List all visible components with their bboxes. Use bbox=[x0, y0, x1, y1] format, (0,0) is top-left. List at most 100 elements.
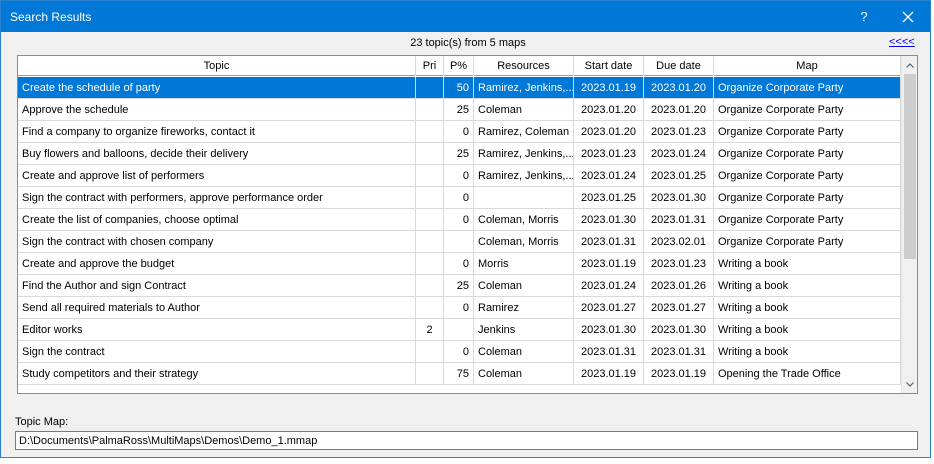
cell-resources: Coleman bbox=[474, 99, 574, 120]
table-row[interactable]: Find the Author and sign Contract 25 Colem… bbox=[18, 275, 901, 297]
topic-map-label: Topic Map: bbox=[15, 416, 69, 428]
column-header-resources[interactable]: Resources bbox=[474, 56, 574, 76]
scroll-up-button[interactable] bbox=[902, 57, 917, 73]
cell-map: Opening the Trade Office bbox=[714, 363, 901, 384]
column-header-due-date[interactable]: Due date bbox=[644, 56, 714, 76]
title-bar[interactable]: Search Results ? bbox=[1, 1, 930, 32]
topic-map-field[interactable] bbox=[15, 431, 918, 450]
cell-priority bbox=[416, 253, 444, 274]
column-header-progress[interactable]: P% bbox=[444, 56, 474, 76]
cell-resources: Ramirez, Jenkins,... bbox=[474, 165, 574, 186]
cell-topic: Create the schedule of party bbox=[18, 77, 416, 98]
back-link[interactable]: <<<< bbox=[889, 36, 915, 48]
cell-topic: Study competitors and their strategy bbox=[18, 363, 416, 384]
cell-due-date: 2023.01.26 bbox=[644, 275, 714, 296]
cell-topic: Editor works bbox=[18, 319, 416, 340]
cell-priority: 2 bbox=[416, 319, 444, 340]
cell-start-date: 2023.01.25 bbox=[574, 187, 644, 208]
cell-due-date: 2023.01.31 bbox=[644, 341, 714, 362]
table-row[interactable]: Create the schedule of party 50 Ramirez, J… bbox=[18, 77, 901, 99]
cell-progress: 25 bbox=[444, 99, 474, 120]
scroll-down-button[interactable] bbox=[902, 376, 917, 392]
cell-resources: Coleman, Morris bbox=[474, 209, 574, 230]
cell-due-date: 2023.01.30 bbox=[644, 319, 714, 340]
cell-progress: 0 bbox=[444, 341, 474, 362]
cell-start-date: 2023.01.31 bbox=[574, 231, 644, 252]
cell-topic: Sign the contract with performers, appro… bbox=[18, 187, 416, 208]
cell-due-date: 2023.01.20 bbox=[644, 77, 714, 98]
cell-due-date: 2023.01.20 bbox=[644, 99, 714, 120]
column-header-start-date[interactable]: Start date bbox=[574, 56, 644, 76]
cell-progress: 75 bbox=[444, 363, 474, 384]
cell-start-date: 2023.01.20 bbox=[574, 121, 644, 142]
cell-topic: Send all required materials to Author bbox=[18, 297, 416, 318]
cell-progress: 25 bbox=[444, 275, 474, 296]
bottom-edge bbox=[0, 458, 934, 464]
cell-priority bbox=[416, 143, 444, 164]
cell-progress bbox=[444, 231, 474, 252]
cell-priority bbox=[416, 363, 444, 384]
table-row[interactable]: Sign the contract with performers, appro… bbox=[18, 187, 901, 209]
cell-start-date: 2023.01.19 bbox=[574, 253, 644, 274]
table-row[interactable]: Buy flowers and balloons, decide their d… bbox=[18, 143, 901, 165]
cell-start-date: 2023.01.24 bbox=[574, 165, 644, 186]
cell-priority bbox=[416, 187, 444, 208]
cell-start-date: 2023.01.20 bbox=[574, 99, 644, 120]
cell-map: Organize Corporate Party bbox=[714, 121, 901, 142]
cell-topic: Find the Author and sign Contract bbox=[18, 275, 416, 296]
cell-due-date: 2023.01.30 bbox=[644, 187, 714, 208]
cell-priority bbox=[416, 209, 444, 230]
table-row[interactable]: Create the list of companies, choose opt… bbox=[18, 209, 901, 231]
table-row[interactable]: Sign the contract with chosen company Col… bbox=[18, 231, 901, 253]
table-row[interactable]: Find a company to organize fireworks, co… bbox=[18, 121, 901, 143]
cell-resources: Coleman, Morris bbox=[474, 231, 574, 252]
cell-resources: Coleman bbox=[474, 341, 574, 362]
table-row[interactable]: Editor works 2 Jenkins 2023.01.30 2023.01.30… bbox=[18, 319, 901, 341]
table-row[interactable]: Create and approve the budget 0 Morris 2023… bbox=[18, 253, 901, 275]
table-row[interactable]: Send all required materials to Author 0 Ra… bbox=[18, 297, 901, 319]
cell-topic: Sign the contract bbox=[18, 341, 416, 362]
cell-map: Writing a book bbox=[714, 341, 901, 362]
table-row[interactable]: Sign the contract 0 Coleman 2023.01.31 2023.… bbox=[18, 341, 901, 363]
cell-resources: Ramirez, Coleman bbox=[474, 121, 574, 142]
vertical-scrollbar[interactable] bbox=[901, 56, 917, 393]
cell-map: Organize Corporate Party bbox=[714, 77, 901, 98]
cell-map: Organize Corporate Party bbox=[714, 231, 901, 252]
cell-topic: Create and approve the budget bbox=[18, 253, 416, 274]
cell-progress: 0 bbox=[444, 297, 474, 318]
cell-map: Organize Corporate Party bbox=[714, 99, 901, 120]
cell-start-date: 2023.01.19 bbox=[574, 363, 644, 384]
cell-start-date: 2023.01.23 bbox=[574, 143, 644, 164]
cell-progress: 0 bbox=[444, 187, 474, 208]
cell-resources bbox=[474, 187, 574, 208]
cell-progress: 0 bbox=[444, 253, 474, 274]
cell-due-date: 2023.01.19 bbox=[644, 363, 714, 384]
close-button[interactable] bbox=[888, 1, 928, 32]
cell-due-date: 2023.01.24 bbox=[644, 143, 714, 164]
cell-resources: Ramirez, Jenkins,... bbox=[474, 143, 574, 164]
table-row[interactable]: Approve the schedule 25 Coleman 2023.01.20 2… bbox=[18, 99, 901, 121]
cell-progress: 0 bbox=[444, 121, 474, 142]
cell-priority bbox=[416, 77, 444, 98]
column-header-priority[interactable]: Pri bbox=[416, 56, 444, 76]
column-header-topic[interactable]: Topic bbox=[18, 56, 416, 76]
cell-due-date: 2023.01.27 bbox=[644, 297, 714, 318]
cell-progress: 0 bbox=[444, 165, 474, 186]
table-row[interactable]: Study competitors and their strategy 75 Co… bbox=[18, 363, 901, 385]
column-header-map[interactable]: Map bbox=[714, 56, 901, 76]
cell-topic: Buy flowers and balloons, decide their d… bbox=[18, 143, 416, 164]
cell-topic: Find a company to organize fireworks, co… bbox=[18, 121, 416, 142]
cell-map: Writing a book bbox=[714, 319, 901, 340]
cell-resources: Morris bbox=[474, 253, 574, 274]
help-button[interactable]: ? bbox=[844, 1, 884, 32]
cell-map: Writing a book bbox=[714, 297, 901, 318]
cell-map: Writing a book bbox=[714, 275, 901, 296]
table-row[interactable]: Create and approve list of performers 0 Ra… bbox=[18, 165, 901, 187]
scroll-thumb[interactable] bbox=[904, 74, 916, 259]
cell-map: Organize Corporate Party bbox=[714, 187, 901, 208]
cell-start-date: 2023.01.24 bbox=[574, 275, 644, 296]
cell-resources: Ramirez bbox=[474, 297, 574, 318]
cell-due-date: 2023.01.31 bbox=[644, 209, 714, 230]
cell-resources: Coleman bbox=[474, 275, 574, 296]
cell-resources: Coleman bbox=[474, 363, 574, 384]
